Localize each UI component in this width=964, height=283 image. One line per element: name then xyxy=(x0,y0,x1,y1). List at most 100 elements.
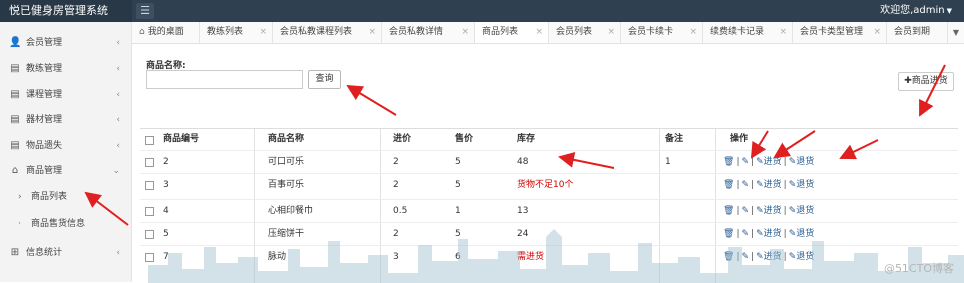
delete-icon[interactable]: 🗑 xyxy=(723,180,734,190)
separator: | xyxy=(751,229,755,239)
tab-bar: ⌂ 我的桌面 教练列表 × 会员私教课程列表 × 会员私教详情 × 商品列表 × 会员列表… xyxy=(132,22,964,44)
sidebar-item-label: 商品管理 xyxy=(26,166,63,176)
separator: | xyxy=(783,157,787,167)
goods-table: 商品编号 商品名称 进价 售价 库存 备注 操作 2 可口可乐 2 5 48 1 🗑 | ✎ | ✎… xyxy=(140,128,964,283)
document-icon: ▤ xyxy=(10,89,20,100)
tab-coach-list[interactable]: 教练列表 × xyxy=(200,22,273,43)
sidebar-item-goods[interactable]: ⌂ 商品管理 ⌄ xyxy=(0,160,132,182)
delete-icon[interactable]: 🗑 xyxy=(723,252,734,262)
restock-link[interactable]: ✎进货 xyxy=(756,206,782,216)
chevron-left-icon: ‹ xyxy=(116,141,120,151)
cell-stock: 13 xyxy=(517,206,529,216)
tab-label: 会员私教课程列表 xyxy=(280,27,353,37)
row-checkbox[interactable] xyxy=(145,253,154,262)
cell-stock: 24 xyxy=(517,229,529,239)
row-actions: 🗑 | ✎ | ✎进货 | ✎退货 xyxy=(723,223,814,245)
close-icon[interactable]: × xyxy=(689,22,697,43)
sidebar-subitem-label: 商品售货信息 xyxy=(31,219,86,229)
sidebar-item-label: 教练管理 xyxy=(26,64,63,74)
chevron-down-icon: ▼ xyxy=(952,28,960,37)
edit-icon[interactable]: ✎ xyxy=(741,180,749,190)
close-icon[interactable]: × xyxy=(535,22,543,43)
restock-link[interactable]: ✎进货 xyxy=(756,229,782,239)
close-icon[interactable]: × xyxy=(873,22,881,43)
restock-link[interactable]: ✎进货 xyxy=(756,252,782,262)
tab-renew-records[interactable]: 续费续卡记录 × xyxy=(703,22,793,43)
row-checkbox[interactable] xyxy=(145,158,154,167)
chevron-left-icon: ‹ xyxy=(116,115,120,125)
separator: | xyxy=(736,252,740,262)
goods-name-input[interactable] xyxy=(146,70,303,89)
query-button[interactable]: 查询 xyxy=(308,70,341,89)
delete-icon[interactable]: 🗑 xyxy=(723,229,734,239)
row-checkbox[interactable] xyxy=(145,207,154,216)
delete-icon[interactable]: 🗑 xyxy=(723,206,734,216)
close-icon[interactable]: × xyxy=(368,22,376,43)
return-link[interactable]: ✎退货 xyxy=(789,252,815,262)
table-row: 5 压缩饼干 2 5 24 🗑 | ✎ | ✎进货 | ✎退货 xyxy=(140,222,958,245)
header-stock: 库存 xyxy=(517,134,536,144)
separator: | xyxy=(783,206,787,216)
edit-icon[interactable]: ✎ xyxy=(741,252,749,262)
select-all-checkbox[interactable] xyxy=(145,136,154,145)
return-link[interactable]: ✎退货 xyxy=(789,180,815,190)
separator: | xyxy=(751,206,755,216)
welcome-text: 欢迎您,admin xyxy=(880,5,945,16)
bullet-icon: · xyxy=(18,219,21,229)
sidebar-item-statistics[interactable]: ⊞ 信息统计 ‹ xyxy=(0,242,132,264)
edit-icon[interactable]: ✎ xyxy=(741,157,749,167)
tab-home[interactable]: ⌂ 我的桌面 xyxy=(132,22,200,43)
cell-price: 5 xyxy=(455,157,461,167)
tab-goods-list[interactable]: 商品列表 × xyxy=(475,22,549,43)
tab-private-detail[interactable]: 会员私教详情 × xyxy=(382,22,475,43)
document-icon: ▤ xyxy=(10,63,20,74)
return-link[interactable]: ✎退货 xyxy=(789,229,815,239)
close-icon[interactable]: × xyxy=(779,22,787,43)
return-link[interactable]: ✎退货 xyxy=(789,206,815,216)
hamburger-icon: ☰ xyxy=(140,4,150,17)
user-menu[interactable]: 欢迎您,admin ▼ xyxy=(880,0,952,22)
sidebar-subitem-goods-sales[interactable]: · 商品售货信息 xyxy=(0,213,132,235)
restock-link[interactable]: ✎进货 xyxy=(756,180,782,190)
delete-icon[interactable]: 🗑 xyxy=(723,157,734,167)
close-icon[interactable]: × xyxy=(461,22,469,43)
edit-icon[interactable]: ✎ xyxy=(741,229,749,239)
separator: | xyxy=(751,180,755,190)
return-label: 退货 xyxy=(796,229,815,239)
return-link[interactable]: ✎退货 xyxy=(789,157,815,167)
tab-scroll-button[interactable]: ▼ xyxy=(947,22,964,43)
restock-link[interactable]: ✎进货 xyxy=(756,157,782,167)
tab-label: 续费续卡记录 xyxy=(710,27,765,37)
cell-price: 6 xyxy=(455,252,461,262)
tab-member-expiry[interactable]: 会员到期 xyxy=(887,22,948,43)
sidebar-item-member[interactable]: 👤 会员管理 ‹ xyxy=(0,32,132,54)
header-actions: 操作 xyxy=(730,134,749,144)
close-icon[interactable]: × xyxy=(607,22,615,43)
sidebar-item-coach[interactable]: ▤ 教练管理 ‹ xyxy=(0,58,132,80)
tab-card-renew[interactable]: 会员卡续卡 × xyxy=(621,22,703,43)
row-actions: 🗑 | ✎ | ✎进货 | ✎退货 xyxy=(723,151,814,173)
table-row: 7 脉动 3 6 需进货 🗑 | ✎ | ✎进货 | ✎退货 xyxy=(140,245,958,268)
sidebar-item-equipment[interactable]: ▤ 器材管理 ‹ xyxy=(0,109,132,131)
sidebar-subitem-goods-list[interactable]: › 商品列表 xyxy=(0,186,132,208)
row-checkbox[interactable] xyxy=(145,230,154,239)
main-content: 商品名称: 查询 ✚商品进货 商品编号 商品名称 进价 售价 库存 备注 操作 … xyxy=(132,44,964,283)
sidebar: 👤 会员管理 ‹ ▤ 教练管理 ‹ ▤ 课程管理 ‹ ▤ 器材管理 ‹ ▤ 物品… xyxy=(0,22,132,282)
tab-card-type[interactable]: 会员卡类型管理 × xyxy=(793,22,887,43)
row-checkbox[interactable] xyxy=(145,181,154,190)
add-goods-button[interactable]: ✚商品进货 xyxy=(898,72,954,91)
cell-note: 1 xyxy=(665,157,671,167)
tab-member-list[interactable]: 会员列表 × xyxy=(549,22,621,43)
return-label: 退货 xyxy=(796,252,815,262)
cell-cost: 2 xyxy=(393,229,399,239)
bullet-icon: › xyxy=(18,192,22,202)
sidebar-item-course[interactable]: ▤ 课程管理 ‹ xyxy=(0,84,132,106)
close-icon[interactable]: × xyxy=(259,22,267,43)
separator: | xyxy=(783,252,787,262)
header-cost: 进价 xyxy=(393,134,412,144)
edit-icon[interactable]: ✎ xyxy=(741,206,749,216)
tab-private-course-list[interactable]: 会员私教课程列表 × xyxy=(273,22,382,43)
menu-toggle-button[interactable]: ☰ xyxy=(136,3,154,19)
sidebar-item-lost-items[interactable]: ▤ 物品遗失 ‹ xyxy=(0,135,132,157)
watermark-text: @51CTO博客 xyxy=(883,262,954,275)
